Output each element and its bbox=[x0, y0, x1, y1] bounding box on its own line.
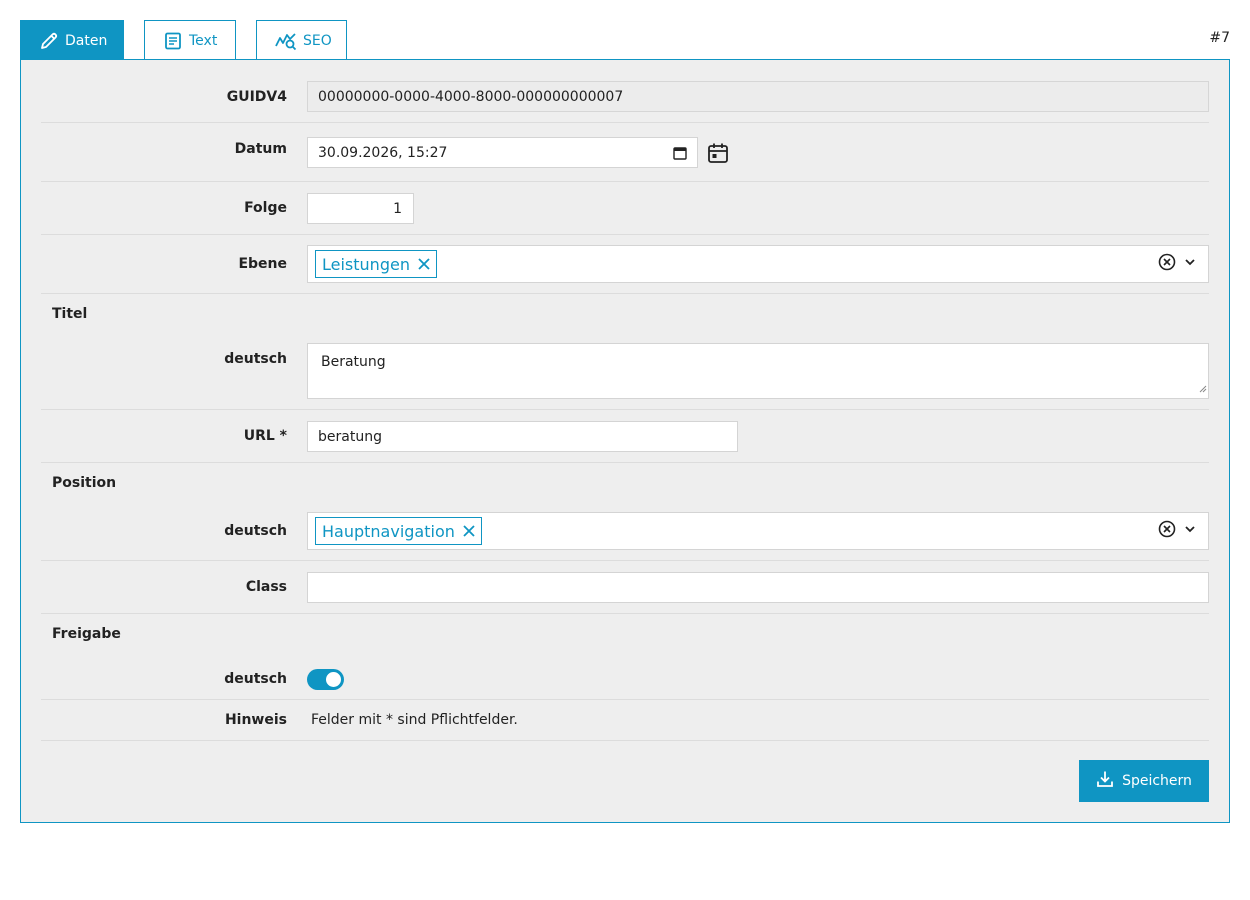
position-select-actions bbox=[1158, 520, 1196, 542]
tab-text-label: Text bbox=[189, 32, 218, 49]
save-button-label: Speichern bbox=[1122, 773, 1192, 789]
seo-chart-icon bbox=[275, 31, 297, 51]
calendar-icon[interactable] bbox=[707, 142, 729, 168]
tab-seo[interactable]: SEO bbox=[256, 20, 347, 60]
class-input[interactable] bbox=[307, 572, 1209, 603]
form-panel: GUIDV4 00000000-0000-4000-8000-000000000… bbox=[20, 59, 1230, 823]
titel-value: Beratung bbox=[321, 354, 386, 370]
tab-bar: Daten Text SEO bbox=[20, 20, 367, 60]
freigabe-toggle[interactable] bbox=[307, 669, 344, 690]
tab-daten[interactable]: Daten bbox=[20, 20, 124, 60]
ebene-tag-label: Leistungen bbox=[322, 254, 410, 274]
tab-text[interactable]: Text bbox=[144, 20, 236, 60]
position-tag-label: Hauptnavigation bbox=[322, 521, 455, 541]
url-input[interactable]: beratung bbox=[307, 421, 738, 452]
resize-handle-icon[interactable] bbox=[1199, 381, 1207, 397]
position-tag: Hauptnavigation bbox=[315, 517, 482, 545]
remove-tag-icon[interactable] bbox=[418, 255, 430, 274]
calendar-small-icon[interactable] bbox=[673, 146, 687, 164]
folge-input[interactable]: 1 bbox=[307, 193, 414, 224]
ebene-select[interactable]: Leistungen bbox=[307, 245, 1209, 283]
document-icon bbox=[163, 31, 183, 51]
chevron-down-icon[interactable] bbox=[1184, 523, 1196, 539]
clear-circle-icon[interactable] bbox=[1158, 520, 1176, 542]
tab-daten-label: Daten bbox=[65, 32, 108, 49]
guid-field: 00000000-0000-4000-8000-000000000007 bbox=[307, 81, 1209, 112]
pencil-icon bbox=[39, 31, 59, 51]
datum-input[interactable]: 30.09.2026, 15:27 bbox=[307, 137, 698, 168]
folge-value: 1 bbox=[393, 200, 402, 217]
datum-value: 30.09.2026, 15:27 bbox=[318, 144, 448, 161]
freigabe-label: deutsch bbox=[224, 671, 287, 687]
titel-textarea[interactable]: Beratung bbox=[307, 343, 1209, 399]
toggle-knob bbox=[326, 672, 341, 687]
hinweis-text: Felder mit * sind Pflichtfelder. bbox=[311, 712, 518, 728]
folge-label: Folge bbox=[244, 200, 287, 216]
row-freigabe bbox=[41, 614, 1209, 700]
ebene-tag: Leistungen bbox=[315, 250, 437, 278]
class-label: Class bbox=[245, 579, 287, 595]
download-icon bbox=[1096, 770, 1114, 792]
ebene-select-actions bbox=[1158, 253, 1196, 275]
remove-tag-icon[interactable] bbox=[463, 522, 475, 541]
clear-circle-icon[interactable] bbox=[1158, 253, 1176, 275]
guid-label: GUIDV4 bbox=[226, 89, 287, 105]
titel-label: deutsch bbox=[224, 351, 287, 367]
position-label: deutsch bbox=[224, 523, 287, 539]
position-select[interactable]: Hauptnavigation bbox=[307, 512, 1209, 550]
tab-seo-label: SEO bbox=[303, 32, 332, 49]
chevron-down-icon[interactable] bbox=[1184, 256, 1196, 272]
url-value: beratung bbox=[318, 428, 382, 445]
url-label: URL * bbox=[243, 428, 287, 444]
hinweis-label: Hinweis bbox=[224, 712, 287, 728]
ebene-label: Ebene bbox=[238, 256, 287, 272]
save-button[interactable]: Speichern bbox=[1079, 760, 1209, 802]
datum-label: Datum bbox=[234, 141, 287, 157]
record-id: #7 bbox=[1209, 30, 1230, 46]
